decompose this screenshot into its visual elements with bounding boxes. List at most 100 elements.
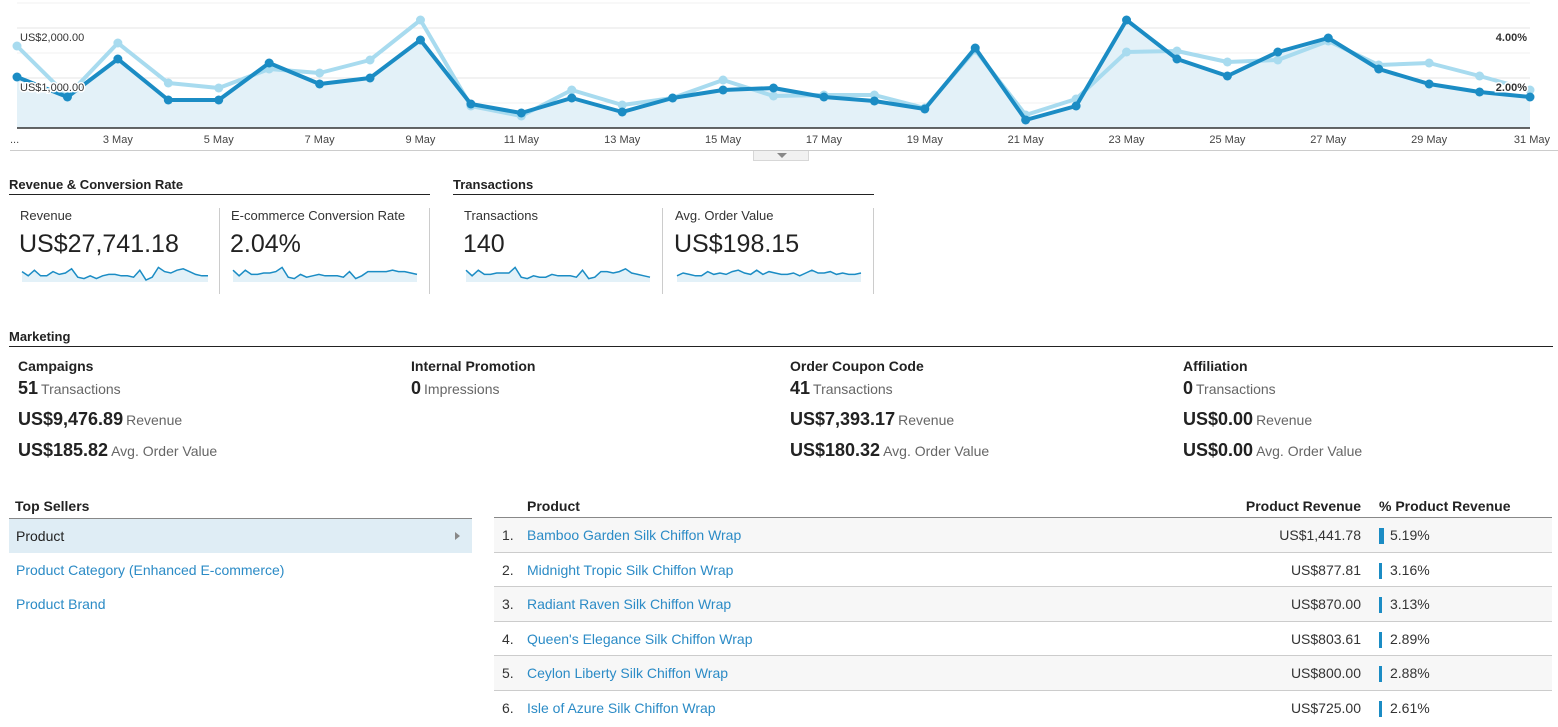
- top-sellers-item-product-category[interactable]: Product Category (Enhanced E-commerce): [9, 553, 472, 587]
- metric-value: US$27,741.18: [19, 230, 179, 258]
- marketing-label: Avg. Order Value: [1256, 443, 1363, 459]
- marketing-row: 41 Transactions: [790, 378, 1170, 409]
- marketing-value: US$7,393.17: [790, 409, 896, 429]
- revenue-point: [315, 79, 325, 89]
- product-revenue-pct: 3.16%: [1390, 561, 1430, 578]
- marketing-value: US$0.00: [1183, 409, 1254, 429]
- marketing-row: 51 Transactions: [18, 378, 398, 409]
- metric-card-revenue[interactable]: Revenue US$27,741.18: [9, 208, 220, 294]
- marketing-row: US$7,393.17 Revenue: [790, 409, 1170, 440]
- product-revenue: US$1,441.78: [1279, 527, 1361, 543]
- metric-label: Transactions: [464, 208, 538, 223]
- product-link[interactable]: Midnight Tropic Silk Chiffon Wrap: [527, 562, 733, 578]
- revenue-point: [113, 54, 123, 64]
- pct-bar: [1379, 700, 1382, 717]
- marketing-label: Transactions: [813, 381, 893, 397]
- revenue-point: [819, 92, 829, 102]
- metric-card-avg-order-value[interactable]: Avg. Order Value US$198.15: [664, 208, 874, 294]
- product-revenue: US$725.00: [1290, 699, 1361, 716]
- x-tick-label: 13 May: [604, 134, 641, 146]
- revenue-point: [617, 107, 627, 117]
- product-link[interactable]: Isle of Azure Silk Chiffon Wrap: [527, 700, 716, 716]
- table-row: 1. Bamboo Garden Silk Chiffon Wrap US$1,…: [494, 518, 1552, 553]
- product-revenue: US$870.00: [1290, 596, 1361, 612]
- product-revenue-pct: 3.13%: [1390, 596, 1430, 612]
- marketing-row: US$185.82 Avg. Order Value: [18, 440, 398, 471]
- product-link[interactable]: Ceylon Liberty Silk Chiffon Wrap: [527, 665, 728, 681]
- conversion-rate-point: [718, 75, 728, 85]
- marketing-order-coupon-code: Order Coupon Code 41 Transactions US$7,39…: [790, 358, 1170, 471]
- column-header-product[interactable]: Product: [527, 498, 580, 514]
- row-index: 2.: [502, 561, 514, 578]
- marketing-value: 0: [411, 378, 422, 398]
- conversion-rate-point: [769, 91, 778, 101]
- marketing-campaigns: Campaigns 51 Transactions US$9,476.89 Reve…: [18, 358, 398, 471]
- top-sellers-item-label: Product Brand: [16, 596, 106, 612]
- marketing-title: Campaigns: [18, 358, 94, 374]
- revenue-point: [1222, 71, 1232, 81]
- top-sellers-item-product[interactable]: Product: [9, 519, 472, 553]
- product-link[interactable]: Queen's Elegance Silk Chiffon Wrap: [527, 631, 753, 647]
- metric-label: Revenue: [20, 208, 73, 223]
- revenue-point: [1273, 47, 1283, 57]
- product-link[interactable]: Radiant Raven Silk Chiffon Wrap: [527, 596, 731, 612]
- revenue-conversion-chart[interactable]: US$1,000.00 US$2,000.00 2.00% 4.00%... 3 May…: [0, 0, 1558, 152]
- metric-value: 140: [463, 230, 505, 258]
- metric-label: Avg. Order Value: [675, 208, 774, 223]
- x-tick-label: 5 May: [204, 134, 234, 146]
- revenue-point: [1071, 101, 1081, 111]
- conversion-rate-point: [315, 68, 325, 78]
- marketing-label: Transactions: [41, 381, 121, 397]
- marketing-row: US$9,476.89 Revenue: [18, 409, 398, 440]
- marketing-value: US$9,476.89: [18, 409, 124, 429]
- product-link[interactable]: Bamboo Garden Silk Chiffon Wrap: [527, 527, 741, 543]
- metric-card-transactions[interactable]: Transactions 140: [453, 208, 663, 294]
- table-row: 3. Radiant Raven Silk Chiffon Wrap US$87…: [494, 587, 1552, 622]
- sparkline-area: [233, 267, 417, 282]
- product-revenue-pct: 2.61%: [1390, 699, 1430, 716]
- revenue-point: [12, 72, 22, 82]
- revenue-point: [1374, 64, 1384, 74]
- x-tick-label: 17 May: [806, 134, 843, 146]
- column-header-product-revenue[interactable]: Product Revenue: [1246, 498, 1361, 514]
- conversion-rate-point: [567, 85, 577, 95]
- marketing-value: 41: [790, 378, 811, 398]
- column-header-pct-product-revenue[interactable]: % Product Revenue: [1379, 498, 1510, 514]
- marketing-value: US$0.00: [1183, 440, 1254, 460]
- top-sellers-item-product-brand[interactable]: Product Brand: [9, 587, 472, 621]
- y-right-tick-label: 4.00%: [1496, 32, 1527, 44]
- y-left-tick-label: US$1,000.00: [20, 82, 84, 94]
- metric-label: E-commerce Conversion Rate: [231, 208, 406, 223]
- table-header: Product Product Revenue % Product Revenu…: [494, 496, 1552, 518]
- table-row: 4. Queen's Elegance Silk Chiffon Wrap US…: [494, 622, 1552, 656]
- sparkline: [465, 266, 651, 282]
- top-sellers-item-label: Product Category (Enhanced E-commerce): [16, 562, 285, 578]
- collapse-chart-button[interactable]: [753, 151, 809, 161]
- conversion-rate-point: [163, 78, 173, 88]
- top-sellers-list: Product Product Category (Enhanced E-com…: [9, 518, 472, 621]
- x-tick-label: 31 May: [1514, 134, 1551, 146]
- revenue-point: [214, 95, 224, 105]
- marketing-label: Impressions: [424, 381, 500, 397]
- sparkline: [21, 266, 208, 282]
- revenue-point: [1323, 33, 1333, 43]
- sparkline: [676, 269, 862, 282]
- metric-card-conversion-rate[interactable]: E-commerce Conversion Rate 2.04%: [220, 208, 430, 294]
- conversion-rate-point: [1222, 57, 1232, 67]
- sparkline: [232, 266, 418, 282]
- conversion-rate-point: [1273, 55, 1283, 65]
- revenue-point: [1172, 54, 1182, 64]
- x-tick-label: 23 May: [1108, 134, 1145, 146]
- pct-bar: [1379, 666, 1382, 682]
- marketing-label: Avg. Order Value: [883, 443, 990, 459]
- pct-bar: [1379, 597, 1382, 613]
- marketing-value: US$185.82: [18, 440, 109, 460]
- marketing-label: Transactions: [1196, 381, 1276, 397]
- revenue-point: [466, 99, 476, 109]
- marketing-row: 0 Transactions: [1183, 378, 1558, 409]
- conversion-rate-point: [1424, 58, 1434, 68]
- x-tick-label: 21 May: [1008, 134, 1045, 146]
- x-tick-label: 11 May: [504, 134, 540, 146]
- revenue-point: [1122, 15, 1132, 25]
- conversion-rate-point: [113, 38, 123, 48]
